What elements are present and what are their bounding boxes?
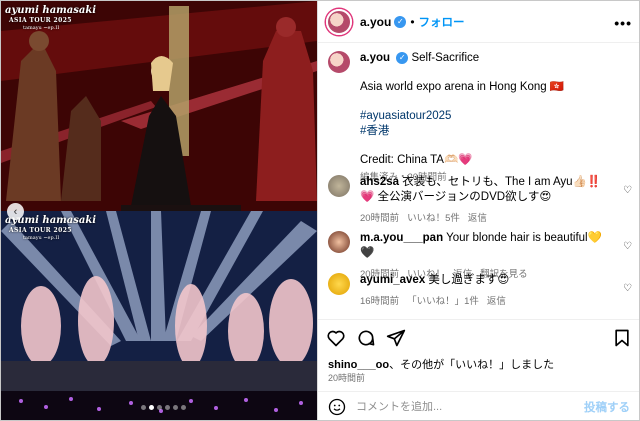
verified-badge-icon: ✓ xyxy=(396,51,409,64)
hashtag-link[interactable]: #香港 xyxy=(360,124,615,139)
caption-line: Asia world expo arena in Hong Kong 🇭🇰 xyxy=(360,81,565,93)
caption-avatar[interactable] xyxy=(328,51,350,73)
caption-credit: Credit: China TA🫶🏻💗 xyxy=(360,154,473,166)
post-media[interactable]: ayumi hamasaki ASIA TOUR 2025 tamayu ~ep… xyxy=(1,1,317,420)
liked-by-user[interactable]: shino___oo xyxy=(328,359,389,371)
overlay-sub2-bottom: tamayu ~ep.II xyxy=(23,235,60,241)
overlay-sub2-top: tamayu ~ep.II xyxy=(23,25,60,31)
heart-icon[interactable]: ♡ xyxy=(623,183,632,198)
emoji-icon[interactable] xyxy=(328,398,346,416)
heart-icon[interactable]: ♡ xyxy=(623,281,632,296)
reply-button[interactable]: 返信 xyxy=(487,294,506,309)
action-icons xyxy=(326,328,406,348)
comments-list[interactable]: a.you ✓ Self-Sacrifice Asia world expo a… xyxy=(318,43,639,319)
verified-badge-icon: ✓ xyxy=(394,15,407,28)
commenter-avatar[interactable] xyxy=(328,175,350,197)
commenter-avatar[interactable] xyxy=(328,231,350,253)
header-username[interactable]: a.you xyxy=(360,15,391,29)
hashtag-link[interactable]: #ayuasiatour2025 xyxy=(360,109,615,124)
comment-bubble-icon[interactable] xyxy=(356,328,376,348)
overlay-sub-top: ASIA TOUR 2025 xyxy=(9,17,72,24)
comment-time[interactable]: 16時間前 xyxy=(360,294,399,309)
heart-icon[interactable]: ♡ xyxy=(623,239,632,254)
carousel-dot xyxy=(141,405,146,410)
carousel-dot xyxy=(173,405,178,410)
avatar[interactable] xyxy=(326,8,352,35)
carousel-dot xyxy=(165,405,170,410)
caption-title: Self-Sacrifice xyxy=(411,52,480,64)
carousel-dot xyxy=(157,405,162,410)
carousel-prev-button[interactable]: ‹ xyxy=(7,203,24,220)
post-time: 20時間前 xyxy=(328,373,366,383)
comment-username[interactable]: m.a.you___pan xyxy=(360,232,443,244)
reply-button[interactable]: 返信 xyxy=(468,211,487,226)
comment-text: 美し過ぎます😍 xyxy=(428,274,510,286)
share-send-icon[interactable] xyxy=(386,328,406,348)
comment-composer: 投稿する xyxy=(318,391,639,420)
caption-username[interactable]: a.you xyxy=(360,52,390,64)
overlay-title-top: ayumi hamasaki xyxy=(5,5,97,16)
comment-likes[interactable]: 「いいね！」1件 xyxy=(407,294,479,309)
liked-by-rest[interactable]: 、その他が「いいね！」しました xyxy=(389,359,554,371)
commenter-avatar[interactable] xyxy=(328,273,350,295)
comment-meta: 16時間前 「いいね！」1件 返信 xyxy=(360,294,615,309)
comment-likes[interactable]: いいね！5件 xyxy=(407,211,460,226)
more-options-icon[interactable]: ••• xyxy=(614,15,632,31)
concert-photo-red-stage xyxy=(1,1,317,211)
comment-meta: 20時間前 いいね！5件 返信 xyxy=(360,211,615,226)
liked-by-text: shino___oo、その他が「いいね！」しました xyxy=(328,356,554,372)
stage-scene-illustration xyxy=(1,1,317,211)
follow-button[interactable]: フォロー xyxy=(419,14,465,30)
post-actions: shino___oo、その他が「いいね！」しました 20時間前 xyxy=(318,319,639,391)
carousel-dot xyxy=(181,405,186,410)
header-separator: • xyxy=(410,14,415,29)
bookmark-icon[interactable] xyxy=(612,328,632,348)
post-header: a.you ✓ • フォロー ••• xyxy=(318,1,639,43)
carousel-dot xyxy=(149,405,154,410)
like-heart-icon[interactable] xyxy=(326,328,346,348)
comment-username[interactable]: ahs2sa xyxy=(360,176,399,188)
post-sidebar: a.you ✓ • フォロー ••• a.you ✓ Self-Sacrific… xyxy=(317,1,639,420)
comment-time[interactable]: 20時間前 xyxy=(360,211,399,226)
carousel-dots xyxy=(141,405,186,410)
chevron-left-icon: ‹ xyxy=(13,205,18,218)
comment-input[interactable] xyxy=(356,401,584,413)
comment-username[interactable]: ayumi_avex xyxy=(360,274,425,286)
post-comment-button[interactable]: 投稿する xyxy=(584,399,630,415)
stage-lights-illustration xyxy=(1,211,317,420)
post-window: ayumi hamasaki ASIA TOUR 2025 tamayu ~ep… xyxy=(0,0,640,421)
concert-photo-smoke-stage xyxy=(1,211,317,420)
overlay-sub-bottom: ASIA TOUR 2025 xyxy=(9,227,72,234)
